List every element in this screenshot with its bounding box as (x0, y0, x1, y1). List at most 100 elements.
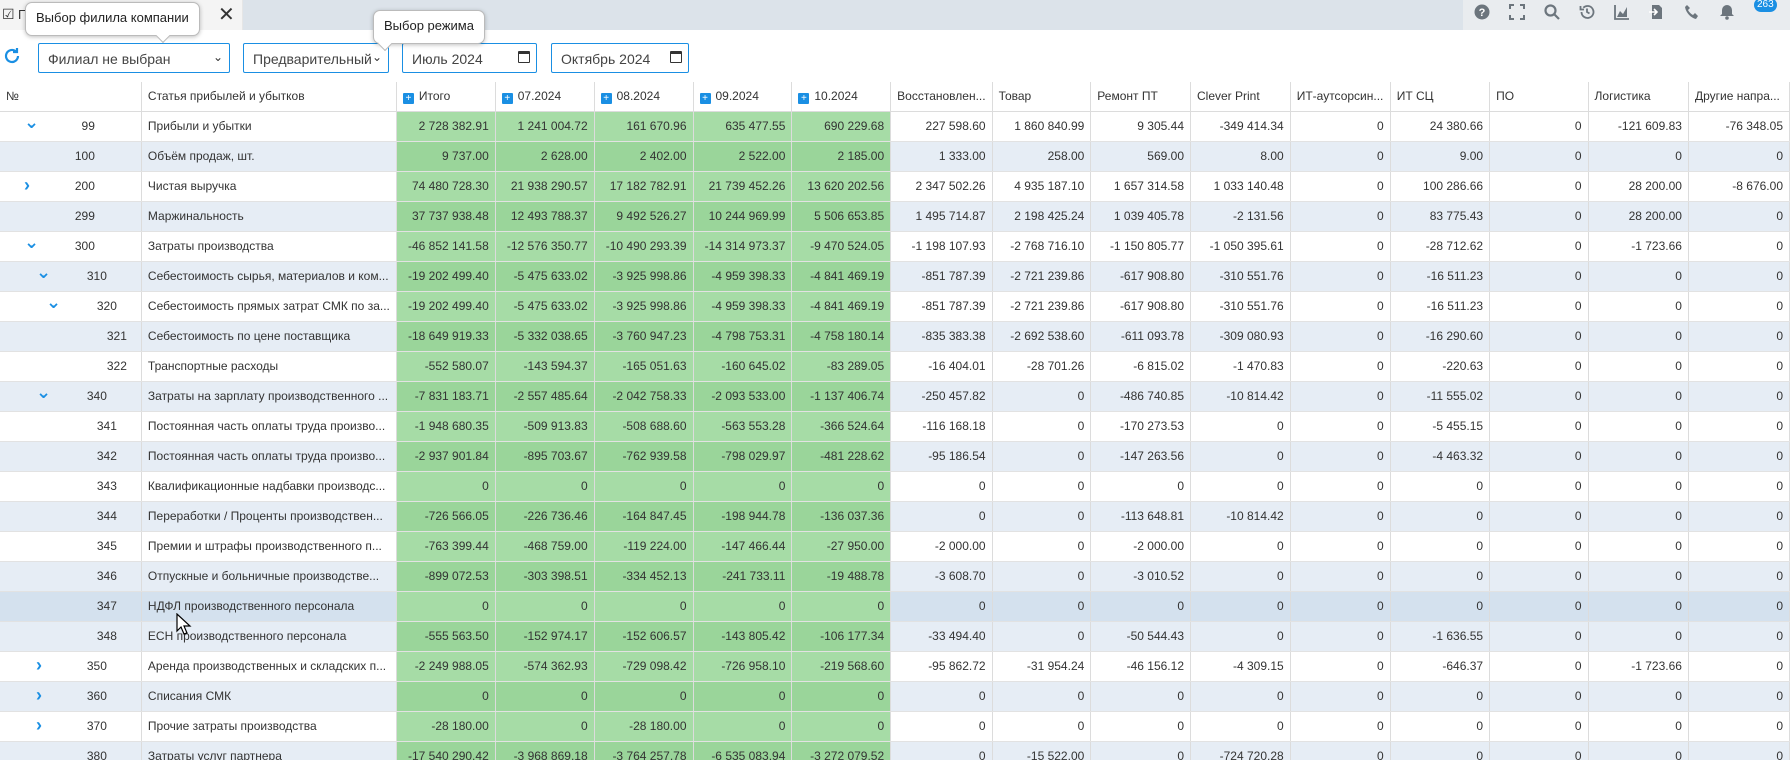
value-cell: 0 (1390, 591, 1491, 622)
chevron-down-icon[interactable]: ⌄ (36, 382, 51, 403)
column-header[interactable]: +08.2024 (594, 82, 694, 112)
table-row[interactable]: 342 Постоянная часть оплаты труда произво… (0, 441, 1790, 472)
table-row[interactable]: 299 Маржинальность 37 737 938.48 12 493 788… (0, 201, 1790, 232)
table-row[interactable]: 344 Переработки / Проценты производствен.… (0, 501, 1790, 532)
mode-select[interactable]: Предварительный ⌄ (243, 43, 389, 73)
value-cell: 0 (992, 471, 1092, 502)
value-cell: -303 398.51 (495, 561, 595, 592)
table-row[interactable]: 322 Транспортные расходы -552 580.07 -143 5… (0, 351, 1790, 382)
value-cell: -8 676.00 (1688, 171, 1790, 202)
table-row[interactable]: › 200 Чистая выручка 74 480 728.30 21 938 29… (0, 171, 1790, 202)
row-name: Прочие затраты производства (147, 719, 317, 733)
column-header[interactable]: +10.2024 (791, 82, 892, 112)
chevron-down-icon[interactable]: ⌄ (46, 292, 61, 313)
row-code-cell: › 200 (0, 171, 142, 202)
table-row[interactable]: 346 Отпускные и больничные производстве..… (0, 561, 1790, 592)
column-header[interactable]: Восстановлен... (890, 82, 993, 112)
chart-icon[interactable] (1611, 4, 1633, 26)
chevron-right-icon[interactable]: › (36, 655, 42, 676)
phone-icon[interactable] (1681, 4, 1703, 26)
column-header[interactable]: +07.2024 (495, 82, 595, 112)
chevron-right-icon[interactable]: › (36, 715, 42, 736)
row-name-cell: Прочие затраты производства (141, 711, 397, 742)
expand-column-icon[interactable]: + (501, 92, 513, 104)
column-header[interactable]: Ремонт ПТ (1090, 82, 1191, 112)
column-header[interactable]: +09.2024 (693, 82, 793, 112)
expand-column-icon[interactable]: + (798, 92, 810, 104)
column-header[interactable]: Логистика (1588, 82, 1689, 112)
column-header[interactable]: № (0, 82, 142, 112)
column-header[interactable]: Товар (992, 82, 1092, 112)
column-header-label: Товар (998, 89, 1032, 104)
column-header[interactable]: Clever Print (1190, 82, 1291, 112)
expand-column-icon[interactable]: + (402, 92, 414, 104)
fullscreen-icon[interactable] (1506, 4, 1528, 26)
value-cell: -46 852 141.58 (396, 231, 496, 262)
value-cell: -165 051.63 (594, 351, 694, 382)
column-header[interactable]: Статья прибылей и убытков (141, 82, 397, 112)
value-cell: -19 202 499.40 (396, 261, 496, 292)
value-cell: 0 (791, 591, 892, 622)
branch-select[interactable]: Филиал не выбран ⌄ (38, 43, 230, 73)
export-icon[interactable] (1646, 4, 1668, 26)
table-row[interactable]: 341 Постоянная часть оплаты труда произво… (0, 411, 1790, 442)
calendar-icon[interactable] (518, 51, 530, 63)
expand-column-icon[interactable]: + (600, 92, 612, 104)
table-row[interactable]: 380 Затраты услуг партнера -17 540 290.42-… (0, 741, 1790, 760)
table-row[interactable]: › 360 Списания СМК 0 0 0 0 0 0 0 0 0 0 0 0 0 0 (0, 681, 1790, 712)
value-cell: 0 (1190, 531, 1291, 562)
value-cell: 0 (693, 471, 793, 502)
table-row[interactable]: 321 Себестоимость по цене поставщика -18 6… (0, 321, 1790, 352)
value-cell: 0 (1588, 591, 1689, 622)
checkbox-icon[interactable]: ☑ (2, 6, 15, 23)
table-row[interactable]: 345 Премии и штрафы производственного п..… (0, 531, 1790, 562)
history-icon[interactable] (1576, 4, 1598, 26)
chevron-down-icon[interactable]: ⌄ (36, 262, 51, 283)
value-cell: -152 974.17 (495, 621, 595, 652)
table-row[interactable]: ⌄ 300 Затраты производства -46 852 141.58 -1… (0, 231, 1790, 262)
chevron-down-icon[interactable]: ⌄ (24, 112, 39, 133)
expand-column-icon[interactable]: + (699, 92, 711, 104)
refresh-icon[interactable] (3, 47, 21, 71)
value-cell: -1 050 395.61 (1190, 231, 1291, 262)
help-icon[interactable]: ? (1471, 4, 1493, 26)
bell-icon[interactable] (1716, 4, 1738, 26)
table-row[interactable]: 343 Квалификационные надбавки производс..… (0, 471, 1790, 502)
table-row[interactable]: › 370 Прочие затраты производства -28 180.0… (0, 711, 1790, 742)
table-row[interactable]: 348 ЕСН производственного персонала -555 5… (0, 621, 1790, 652)
value-cell: 0 (1290, 711, 1391, 742)
value-cell: 9 305.44 (1090, 111, 1191, 142)
value-cell: -4 841 469.19 (791, 261, 892, 292)
chevron-down-icon[interactable]: ⌄ (24, 232, 39, 253)
value-cell: 0 (1688, 351, 1790, 382)
chevron-right-icon[interactable]: › (36, 685, 42, 706)
value-cell: 2 628.00 (495, 141, 595, 172)
column-header[interactable]: ПО (1489, 82, 1589, 112)
date-to-input[interactable]: Октябрь 2024 (551, 43, 689, 73)
value-cell: -4 959 398.33 (693, 261, 793, 292)
chevron-right-icon[interactable]: › (24, 175, 30, 196)
table-row[interactable]: 347 НДФЛ производственного персонала 0 0 0 0 0… (0, 591, 1790, 622)
column-header[interactable]: ИТ-аутсорсин... (1290, 82, 1391, 112)
row-code: 299 (74, 209, 95, 223)
calendar-icon[interactable] (670, 51, 682, 63)
column-header[interactable]: + Итого (396, 82, 496, 112)
close-icon[interactable]: ✕ (218, 2, 235, 27)
column-header[interactable]: ИТ СЦ (1390, 82, 1491, 112)
table-row[interactable]: ⌄ 99 Прибыли и убытки 2 728 382.91 1 241 004… (0, 111, 1790, 142)
table-row[interactable]: ⌄ 320 Себестоимость прямых затрат СМК по з… (0, 291, 1790, 322)
column-header[interactable]: Другие напра... (1688, 82, 1790, 112)
table-row[interactable]: 100 Объём продаж, шт. 9 737.00 2 628.00 2 40… (0, 141, 1790, 172)
value-cell: -835 383.38 (890, 321, 993, 352)
row-name: Затраты услуг партнера (147, 749, 282, 760)
table-row[interactable]: › 350 Аренда производственных и складских … (0, 651, 1790, 682)
table-row[interactable]: ⌄ 340 Затраты на зарплату производственног… (0, 381, 1790, 412)
value-cell: -724 720.28 (1190, 741, 1291, 760)
search-icon[interactable] (1541, 4, 1563, 26)
row-code: 320 (96, 299, 117, 313)
date-from-input[interactable]: Июль 2024 (402, 43, 537, 73)
row-code: 342 (96, 449, 117, 463)
value-cell: 0 (1688, 141, 1790, 172)
table-row[interactable]: ⌄ 310 Себестоимость сырья, материалов и ко… (0, 261, 1790, 292)
value-cell: -10 814.42 (1190, 381, 1291, 412)
